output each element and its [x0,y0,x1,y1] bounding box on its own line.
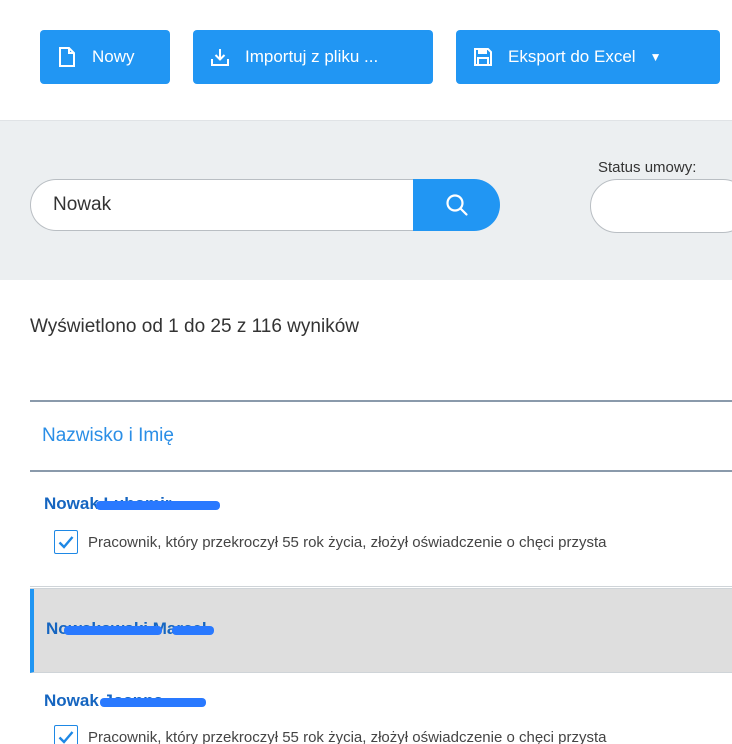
table-row[interactable]: Nowak Joanna Pracownik, który przekroczy… [30,673,732,744]
import-button-label: Importuj z pliku ... [245,47,379,66]
checkbox-checked[interactable] [54,530,78,554]
toolbar: Nowy Importuj z pliku ... Eksport do Exc… [0,0,732,120]
search-icon [444,192,470,218]
export-button[interactable]: Eksport do Excel ▼ [456,30,720,84]
person-name-link[interactable]: Nowak Lubomir [44,494,220,514]
new-button-label: Nowy [92,47,135,66]
redaction-mark [100,698,206,707]
search-button[interactable] [413,179,500,231]
new-document-icon [56,46,78,68]
person-name-link[interactable]: Nowakowski Marcel [46,619,214,639]
search-input[interactable] [30,179,425,231]
new-button[interactable]: Nowy [40,30,170,84]
redaction-mark [64,626,162,635]
checkbox-checked[interactable] [54,725,78,744]
import-button[interactable]: Importuj z pliku ... [193,30,433,84]
search-box [30,179,500,231]
status-note: Pracownik, który przekroczył 55 rok życi… [54,725,607,744]
results-summary: Wyświetlono od 1 do 25 z 116 wyników [30,316,359,337]
column-header-name[interactable]: Nazwisko i Imię [42,425,174,447]
export-button-label: Eksport do Excel [508,47,636,66]
save-icon [472,46,494,68]
download-icon [209,46,231,68]
status-note: Pracownik, który przekroczył 55 rok życi… [54,530,607,554]
chevron-down-icon: ▼ [649,50,662,64]
table-row-selected[interactable]: Nowakowski Marcel [30,589,732,673]
filter-panel: Status umowy: [0,120,732,280]
table-header: Nazwisko i Imię [30,400,732,472]
redaction-mark [96,501,220,510]
status-filter-select[interactable] [590,179,732,233]
redaction-mark [172,626,214,635]
status-filter-label: Status umowy: [598,159,697,176]
person-name-link[interactable]: Nowak Joanna [44,691,206,711]
table-row[interactable]: Nowak Lubomir Pracownik, który przekrocz… [30,474,732,589]
